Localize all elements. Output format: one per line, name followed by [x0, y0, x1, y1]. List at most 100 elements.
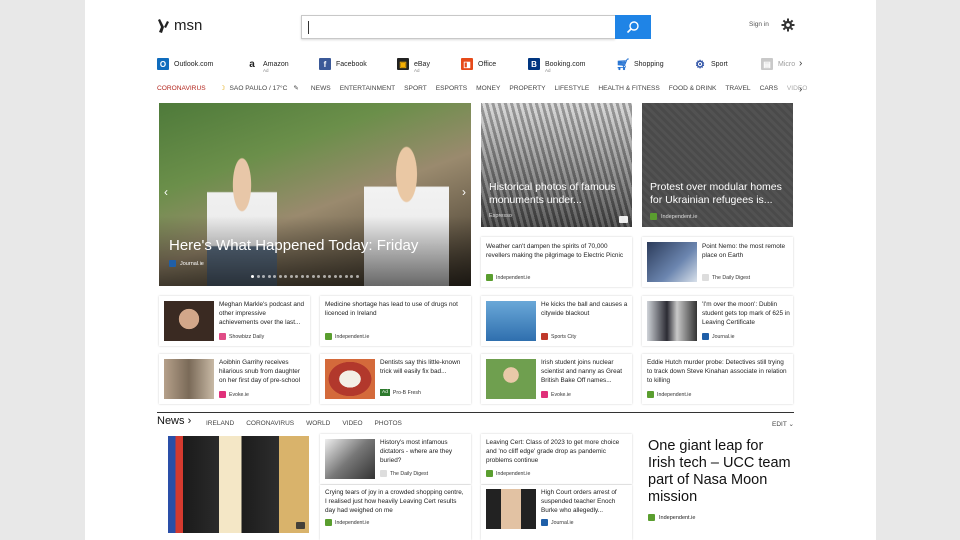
carousel-next-icon[interactable]: › [462, 185, 466, 199]
story-card[interactable]: Irish student joins nuclear scientist an… [481, 354, 632, 404]
hero-carousel[interactable]: ‹ › Here's What Happened Today: Friday J… [159, 103, 471, 286]
nav-esports[interactable]: ESPORTS [436, 85, 467, 92]
edit-pencil-icon[interactable]: ✎ [293, 84, 299, 92]
search-icon [626, 21, 639, 34]
nav-food-drink[interactable]: FOOD & DRINK [669, 85, 717, 92]
tab-ireland[interactable]: IRELAND [206, 420, 234, 427]
msn-butterfly-icon [158, 18, 169, 33]
story-card[interactable]: 'I'm over the moon': Dublin student gets… [642, 296, 793, 346]
quick-link-booking[interactable]: B Booking.com Ad [528, 58, 585, 73]
news-card[interactable]: High Court orders arrest of suspended te… [481, 485, 632, 540]
story-thumbnail [647, 242, 697, 282]
msn-logo[interactable]: msn [157, 17, 202, 34]
journal-logo-icon [169, 260, 176, 267]
nav-health-fitness[interactable]: HEALTH & FITNESS [598, 85, 659, 92]
quick-link-micro[interactable]: ▤ Micro [761, 58, 795, 70]
news-lead-image[interactable] [159, 436, 309, 533]
story-card[interactable]: Point Nemo: the most remote place on Ear… [642, 237, 793, 287]
quick-link-shopping[interactable]: 🛒︎ Shopping [616, 58, 664, 71]
story-thumbnail [647, 301, 697, 341]
nav-news[interactable]: NEWS [311, 85, 331, 92]
quick-link-facebook[interactable]: f Facebook [319, 58, 367, 70]
news-tabs: IRELAND CORONAVIRUS WORLD VIDEO PHOTOS [206, 420, 402, 427]
search-input[interactable] [301, 15, 615, 39]
nav-entertainment[interactable]: ENTERTAINMENT [340, 85, 395, 92]
tile-title: Historical photos of famous monuments un… [489, 181, 616, 206]
gear-icon [781, 18, 795, 32]
feature-headline[interactable]: One giant leap for Irish tech – UCC team… [648, 438, 793, 506]
story-card[interactable]: Weather can't dampen the spirits of 70,0… [481, 237, 632, 287]
nav-next-icon[interactable]: › [799, 84, 802, 95]
outlook-icon: O [157, 58, 169, 70]
weather-location[interactable]: SAO PAULO / 17°C [230, 85, 288, 92]
story-card[interactable]: Medicine shortage has lead to use of dru… [320, 296, 471, 346]
settings-button[interactable] [781, 18, 795, 32]
chevron-down-icon: ⌄ [788, 421, 794, 428]
tab-video[interactable]: VIDEO [342, 420, 362, 427]
journal-logo-icon [702, 333, 709, 340]
logo-text: msn [174, 17, 203, 34]
news-card[interactable]: Crying tears of joy in a crowded shoppin… [320, 485, 471, 540]
quick-link-outlook[interactable]: O Outlook.com [157, 58, 213, 70]
story-thumbnail [486, 359, 536, 399]
quick-links-next-icon[interactable]: › [799, 58, 802, 69]
nav-sport[interactable]: SPORT [404, 85, 427, 92]
story-card[interactable]: Eddie Hutch murder probe: Detectives sti… [642, 354, 793, 404]
chevron-right-icon: › [187, 415, 192, 427]
journal-logo-icon [541, 519, 548, 526]
tab-photos[interactable]: PHOTOS [375, 420, 402, 427]
news-card[interactable]: History's most infamous dictators - wher… [320, 434, 471, 484]
tile-source: Espresso [489, 213, 512, 219]
category-nav: CORONAVIRUS ☽ SAO PAULO / 17°C ✎ NEWS EN… [157, 84, 816, 93]
tab-world[interactable]: WORLD [306, 420, 330, 427]
camera-icon [619, 216, 628, 223]
nav-lifestyle[interactable]: LIFESTYLE [555, 85, 590, 92]
story-card[interactable]: Dentists say this little-known trick wil… [320, 354, 471, 404]
independent-logo-icon [325, 333, 332, 340]
story-thumbnail [486, 489, 536, 529]
news-card[interactable]: Leaving Cert: Class of 2023 to get more … [481, 434, 632, 484]
story-thumbnail [325, 439, 375, 479]
nav-cars[interactable]: CARS [760, 85, 778, 92]
office-icon: ◨ [461, 58, 473, 70]
nav-coronavirus[interactable]: CORONAVIRUS [157, 85, 206, 92]
story-card[interactable]: Meghan Markle's podcast and other impres… [159, 296, 310, 346]
hero-title[interactable]: Here's What Happened Today: Friday [169, 237, 418, 254]
carousel-dots[interactable] [251, 275, 359, 278]
story-thumbnail [164, 301, 214, 341]
story-card[interactable]: He kicks the ball and causes a citywide … [481, 296, 632, 346]
evoke-logo-icon [219, 391, 226, 398]
tile-title: Protest over modular homes for Ukrainian… [650, 181, 782, 206]
nav-property[interactable]: PROPERTY [509, 85, 545, 92]
story-card[interactable]: Aoibhin Garrihy receives hilarious snub … [159, 354, 310, 404]
showbizz-logo-icon [219, 333, 226, 340]
story-tile-monuments[interactable]: Historical photos of famous monuments un… [481, 103, 632, 227]
nav-travel[interactable]: TRAVEL [725, 85, 750, 92]
nav-money[interactable]: MONEY [476, 85, 500, 92]
sport-icon: ⚙︎ [695, 58, 705, 71]
independent-logo-icon [648, 514, 655, 521]
quick-link-ebay[interactable]: ▣ eBay Ad [397, 58, 430, 73]
story-thumbnail [164, 359, 214, 399]
tile-source: Independent.ie [650, 213, 697, 220]
nav-video[interactable]: VIDEO [787, 85, 808, 92]
sign-in-link[interactable]: Sign in [749, 21, 769, 28]
camera-icon [296, 522, 305, 529]
booking-icon: B [528, 58, 540, 70]
story-tile-protest[interactable]: Protest over modular homes for Ukrainian… [642, 103, 793, 227]
hero-source: Journal.ie [169, 260, 204, 267]
ad-badge: Ad [380, 389, 390, 396]
quick-link-amazon[interactable]: a Amazon Ad [246, 58, 288, 74]
search-button[interactable] [615, 15, 651, 39]
quick-link-office[interactable]: ◨ Office [461, 58, 496, 70]
carousel-prev-icon[interactable]: ‹ [164, 185, 168, 199]
independent-logo-icon [647, 391, 654, 398]
quick-link-sport[interactable]: ⚙︎ Sport [694, 58, 728, 71]
independent-logo-icon [486, 274, 493, 281]
edit-button[interactable]: EDIT ⌄ [772, 420, 794, 428]
amazon-icon: a [249, 58, 255, 70]
feature-source: Independent.ie [648, 514, 695, 521]
news-heading[interactable]: News › [157, 415, 191, 427]
tab-coronavirus[interactable]: CORONAVIRUS [246, 420, 294, 427]
msn-page: msn Sign in O Outlook.com a Amazon Ad f Face… [85, 0, 876, 540]
